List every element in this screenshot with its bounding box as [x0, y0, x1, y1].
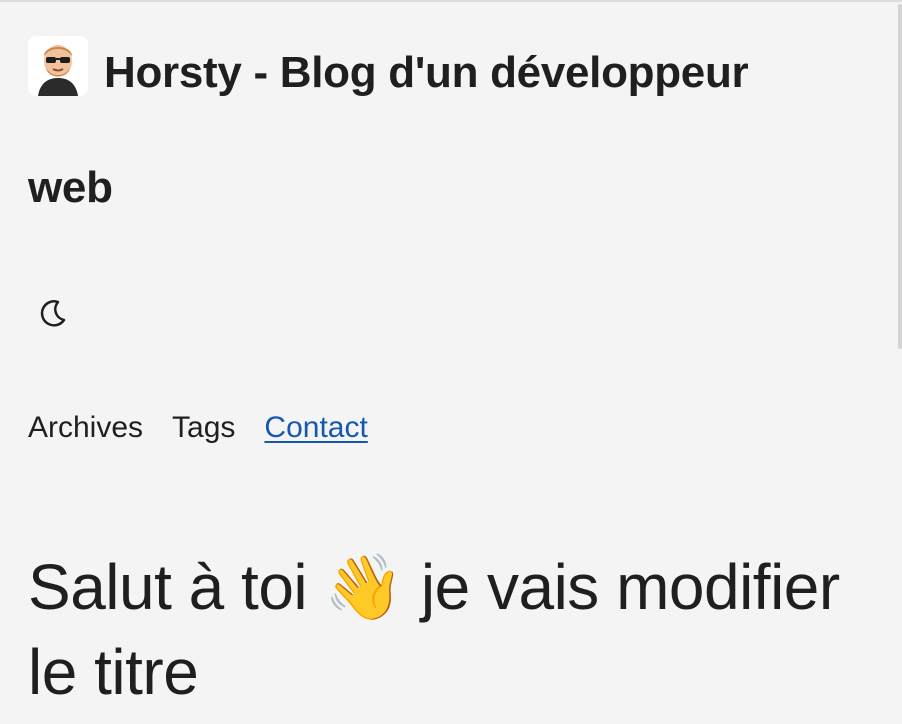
memoji-avatar-icon: [28, 36, 88, 96]
site-title-line-1: Horsty - Blog d'un développeur: [28, 36, 868, 97]
post-title[interactable]: Salut à toi 👋 je vais modifier le titre: [28, 545, 888, 714]
site-title[interactable]: Horsty - Blog d'un développeur web: [28, 36, 868, 218]
main-navigation: Archives Tags Contact: [28, 408, 368, 448]
nav-link-tags[interactable]: Tags: [172, 408, 235, 448]
site-title-part-1: Horsty - Blog d'un développeur: [104, 48, 749, 97]
avatar-svg: [28, 36, 88, 96]
waving-hand-icon: 👋: [324, 551, 404, 625]
site-title-part-2: web: [28, 163, 113, 212]
moon-svg: [40, 299, 66, 327]
theme-toggle-button[interactable]: [32, 294, 72, 334]
nav-link-archives[interactable]: Archives: [28, 408, 143, 448]
page: Horsty - Blog d'un développeur web Archi…: [0, 0, 902, 724]
nav-link-contact[interactable]: Contact: [264, 408, 367, 448]
scrollbar[interactable]: [898, 4, 902, 349]
moon-icon: [35, 295, 69, 334]
post-title-before-emoji: Salut à toi: [28, 551, 308, 623]
